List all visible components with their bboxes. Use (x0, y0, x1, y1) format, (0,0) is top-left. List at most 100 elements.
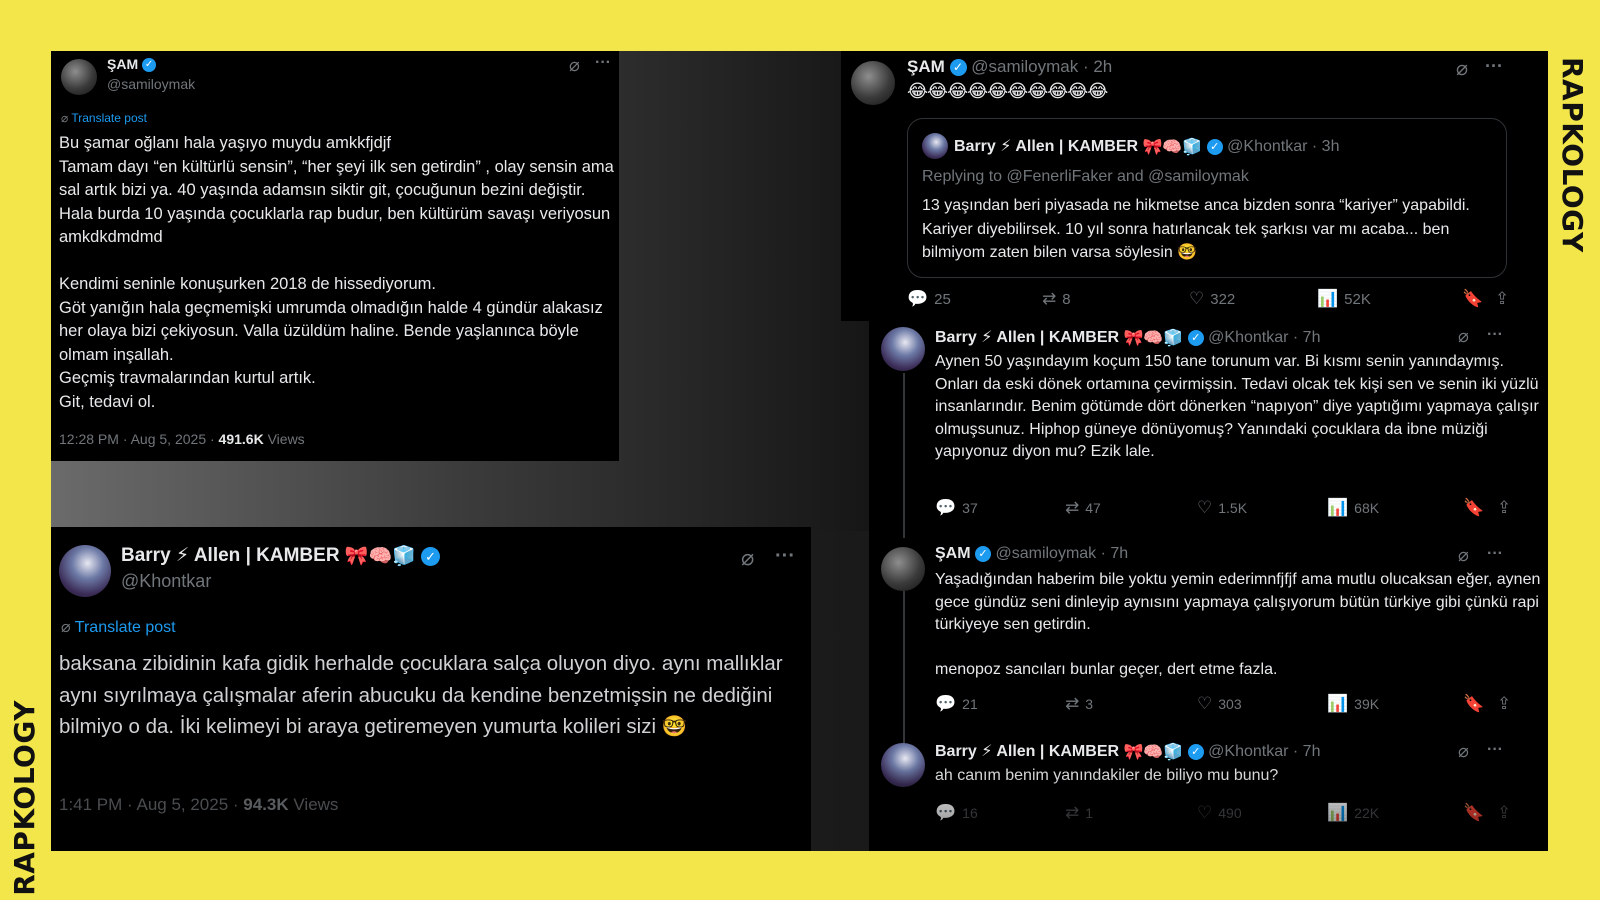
repost-icon: ⇄ (1065, 803, 1080, 822)
more-icon[interactable]: ··· (1487, 741, 1503, 759)
profile-badges: 🎀🧠🧊 (1123, 329, 1184, 347)
bookmark-icon: 🔖 (1462, 289, 1484, 308)
share-button[interactable]: ⇪ (1495, 289, 1509, 309)
repost-button[interactable]: ⇄ 1 (1065, 803, 1093, 823)
author-handle[interactable]: @samiloymak · 2h (971, 57, 1112, 76)
more-icon[interactable]: ··· (1485, 56, 1503, 77)
tweet-left-top[interactable]: ŞAM ✓ @samiloymak ⌀ ··· ⌀ Translate post… (51, 51, 619, 461)
grok-icon[interactable]: ⌀ (1458, 326, 1469, 347)
repost-count: 3 (1085, 696, 1094, 712)
views-button[interactable]: 📊 39K (1327, 694, 1379, 714)
like-icon: ♡ (1197, 803, 1213, 822)
author-name[interactable]: ŞAM (935, 545, 971, 562)
author-name[interactable]: Barry ⚡ Allen | KAMBER (935, 743, 1119, 760)
reply-count: 25 (934, 290, 951, 308)
repost-icon: ⇄ (1065, 498, 1080, 517)
reply-tweet-3[interactable]: Barry ⚡ Allen | KAMBER 🎀🧠🧊 ✓ @Khontkar ·… (869, 739, 1548, 851)
like-count: 490 (1218, 805, 1242, 821)
grok-icon[interactable]: ⌀ (1458, 741, 1469, 762)
like-button[interactable]: ♡ 322 (1189, 289, 1235, 309)
action-bar: 💬 25 ⇄ 8 ♡ 322 📊 52K 🔖 ⇪ (907, 289, 1509, 313)
author-handle[interactable]: @Khontkar · 7h (1208, 329, 1320, 346)
like-icon: ♡ (1197, 694, 1213, 713)
avatar[interactable] (881, 547, 925, 591)
bookmark-button[interactable]: 🔖 (1462, 289, 1483, 309)
more-icon[interactable]: ··· (595, 54, 611, 72)
author-handle[interactable]: @Khontkar · 7h (1208, 743, 1320, 760)
reply-count: 21 (962, 696, 978, 712)
repost-icon: ⇄ (1042, 289, 1057, 308)
verified-icon: ✓ (1187, 743, 1204, 760)
tweet-timestamp[interactable]: 12:28 PM · Aug 5, 2025 · 491.6K Views (59, 431, 305, 447)
verified-icon: ✓ (1206, 138, 1223, 155)
avatar[interactable] (881, 743, 925, 787)
avatar (922, 133, 948, 159)
grok-icon[interactable]: ⌀ (569, 55, 580, 76)
reply-icon: 💬 (935, 498, 957, 517)
bookmark-icon: 🔖 (1463, 694, 1485, 713)
author-handle[interactable]: @samiloymak (107, 76, 195, 92)
share-button[interactable]: ⇪ (1497, 694, 1511, 714)
action-bar: 💬 21 ⇄ 3 ♡ 303 📊 39K 🔖 ⇪ (935, 694, 1535, 716)
like-button[interactable]: ♡ 1.5K (1197, 498, 1247, 518)
author-name[interactable]: ŞAM (907, 57, 945, 76)
tweet-text: ah canım benim yanındakiler de biliyo mu… (935, 767, 1279, 784)
like-button[interactable]: ♡ 490 (1197, 803, 1242, 823)
avatar[interactable] (59, 545, 111, 597)
reply-tweet-2[interactable]: ŞAM ✓ @samiloymak · 7h ⌀ ··· Yaşadığında… (869, 543, 1548, 738)
share-button[interactable]: ⇪ (1497, 498, 1511, 518)
reply-tweet-1[interactable]: Barry ⚡ Allen | KAMBER 🎀🧠🧊 ✓ @Khontkar ·… (869, 321, 1548, 536)
tweet-left-bottom[interactable]: Barry ⚡ Allen | KAMBER 🎀🧠🧊 ✓ @Khontkar ⌀… (51, 527, 811, 851)
tweet-right-main[interactable]: ŞAM ✓ @samiloymak · 2h ⌀ ··· 😂😂😂😂😂😂😂😂😂😂 … (841, 51, 1548, 321)
bookmark-icon: 🔖 (1463, 498, 1485, 517)
repost-button[interactable]: ⇄ 3 (1065, 694, 1093, 714)
replying-to: Replying to @FenerliFaker and @samiloyma… (922, 168, 1249, 185)
grok-icon[interactable]: ⌀ (741, 545, 754, 571)
like-button[interactable]: ♡ 303 (1197, 694, 1242, 714)
author-handle[interactable]: @Khontkar (121, 571, 211, 592)
views-icon: 📊 (1317, 289, 1339, 308)
like-count: 303 (1218, 696, 1242, 712)
reply-button[interactable]: 💬 37 (935, 498, 978, 518)
translate-icon: ⌀ (61, 111, 69, 125)
repost-button[interactable]: ⇄ 8 (1042, 289, 1071, 309)
quoted-tweet[interactable]: Barry ⚡ Allen | KAMBER 🎀🧠🧊 ✓ @Khontkar ·… (907, 118, 1507, 278)
tweet-text: Yaşadığından haberim bile yoktu yemin ed… (935, 571, 1541, 678)
author-name[interactable]: ŞAM (107, 56, 138, 72)
tweet-timestamp[interactable]: 1:41 PM · Aug 5, 2025 · 94.3K Views (59, 795, 338, 815)
repost-button[interactable]: ⇄ 47 (1065, 498, 1101, 518)
bookmark-button[interactable]: 🔖 (1463, 498, 1484, 518)
verified-icon: ✓ (421, 546, 441, 566)
views-button[interactable]: 📊 22K (1327, 803, 1379, 823)
author-handle[interactable]: @samiloymak · 7h (995, 545, 1128, 562)
avatar[interactable] (851, 61, 895, 105)
bookmark-button[interactable]: 🔖 (1463, 694, 1484, 714)
avatar[interactable] (61, 59, 97, 95)
quoted-author-name: Barry ⚡ Allen | KAMBER (954, 138, 1139, 155)
views-icon: 📊 (1327, 498, 1349, 517)
reply-button[interactable]: 💬 16 (935, 803, 978, 823)
share-button[interactable]: ⇪ (1497, 803, 1511, 823)
author-name[interactable]: Barry ⚡ Allen | KAMBER (121, 545, 340, 566)
brand-label-right: RAPKOLOGY (1556, 57, 1589, 253)
bookmark-button[interactable]: 🔖 (1463, 803, 1484, 823)
views-label: Views (263, 431, 305, 447)
views-button[interactable]: 📊 68K (1327, 498, 1379, 518)
views-button[interactable]: 📊 52K (1317, 289, 1371, 309)
author-name[interactable]: Barry ⚡ Allen | KAMBER (935, 329, 1119, 346)
reply-icon: 💬 (907, 289, 929, 308)
more-icon[interactable]: ··· (775, 545, 795, 568)
avatar[interactable] (881, 327, 925, 371)
reply-button[interactable]: 💬 21 (935, 694, 978, 714)
reply-button[interactable]: 💬 25 (907, 289, 951, 309)
more-icon[interactable]: ··· (1487, 326, 1503, 344)
like-count: 322 (1210, 290, 1236, 308)
grok-icon[interactable]: ⌀ (1456, 56, 1468, 81)
grok-icon[interactable]: ⌀ (1458, 545, 1469, 566)
reply-icon: 💬 (935, 694, 957, 713)
translate-post-link[interactable]: Translate post (75, 619, 176, 636)
translate-post-link[interactable]: Translate post (71, 111, 147, 125)
repost-count: 47 (1085, 500, 1101, 516)
timestamp-text: 1:41 PM · Aug 5, 2025 · (59, 795, 244, 814)
more-icon[interactable]: ··· (1487, 545, 1503, 563)
